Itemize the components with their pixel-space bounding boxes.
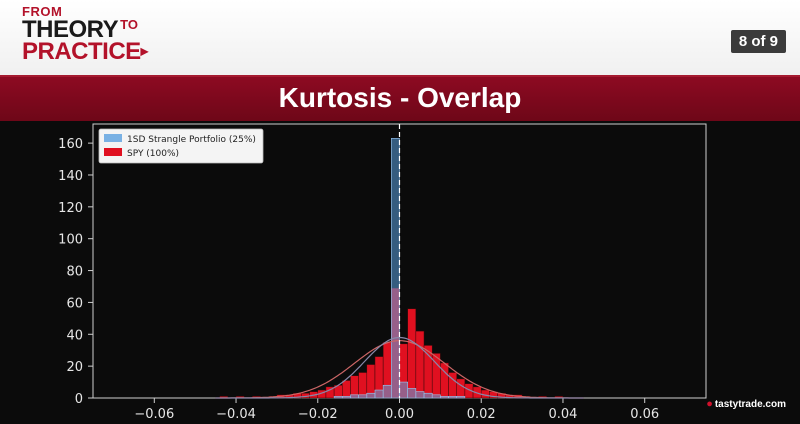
cherry-icon: ●: [706, 398, 713, 410]
strangle-bar: [382, 384, 392, 399]
spy-bar: [415, 330, 425, 399]
spy-bar: [358, 372, 368, 399]
histogram-chart: 0 20 40 60 80 100 120 140 160 −0.06 −0.04 −0.02 0.00…: [58, 123, 707, 422]
strangle-bar: [440, 396, 449, 399]
x-tick-label: 0.02: [467, 407, 496, 422]
strangle-bar: [399, 381, 408, 399]
strangle-bar: [415, 391, 425, 399]
strangle-bar: [358, 394, 368, 399]
slide-title: Kurtosis - Overlap: [278, 82, 522, 113]
strangle-bar: [333, 396, 343, 399]
x-tick-label: −0.04: [216, 407, 256, 422]
spy-bar: [342, 380, 351, 399]
y-tick-label: 140: [58, 169, 83, 184]
slide-header: FROM THEORY TO PRACTICE▶ 8 of 9: [0, 0, 800, 75]
title-bar: Kurtosis - Overlap: [0, 75, 800, 121]
y-tick-label: 60: [66, 296, 83, 311]
y-tick-label: 0: [75, 392, 83, 407]
logo-practice-line: PRACTICE▶: [22, 40, 148, 64]
legend-swatch: [104, 134, 122, 142]
y-tick-label: 80: [66, 265, 83, 280]
y-tick-label: 20: [66, 360, 83, 375]
y-tick-label: 100: [58, 233, 83, 248]
y-tick-label: 160: [58, 137, 83, 152]
logo-to: TO: [120, 17, 138, 32]
x-tick-label: 0.04: [548, 407, 577, 422]
tastytrade-brand: ● tastytrade.com: [706, 398, 786, 410]
strangle-bar: [448, 396, 458, 399]
y-tick-label: 120: [58, 201, 83, 216]
strangle-bar: [391, 138, 400, 399]
legend-label: 1SD Strangle Portfolio (25%): [127, 135, 256, 145]
logo-practice: PRACTICE: [22, 38, 141, 65]
from-theory-to-practice-logo: FROM THEORY TO PRACTICE▶: [22, 5, 148, 64]
brand-suffix: .com: [762, 399, 786, 410]
strangle-bar: [350, 394, 359, 399]
x-tick-label: 0.00: [385, 407, 414, 422]
y-tick-label: 40: [66, 328, 83, 343]
brand-name: tastytrade: [714, 399, 763, 410]
x-tick-label: 0.06: [630, 407, 659, 422]
x-tick-label: −0.02: [298, 407, 338, 422]
legend-swatch: [104, 148, 122, 156]
strangle-bar: [374, 389, 384, 399]
strangle-bar: [407, 388, 417, 399]
x-tick-label: −0.06: [134, 407, 174, 422]
spy-bar: [407, 308, 417, 399]
strangle-bar: [456, 396, 466, 399]
spy-bar: [456, 378, 466, 399]
strangle-bar: [423, 392, 433, 399]
strangle-bar: [341, 396, 351, 399]
legend-label: SPY (100%): [127, 149, 179, 159]
strangle-bar: [366, 392, 376, 399]
play-arrow-icon: ▶: [140, 46, 149, 58]
page-count-badge: 8 of 9: [730, 30, 786, 53]
strangle-bar: [431, 394, 441, 399]
